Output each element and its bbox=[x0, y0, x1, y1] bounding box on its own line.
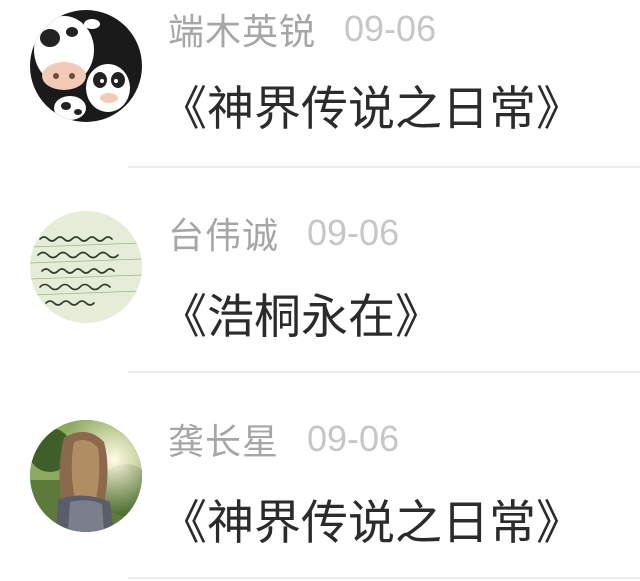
cartoon-cow-avatar-icon bbox=[30, 10, 142, 122]
divider bbox=[128, 577, 640, 579]
comment-meta: 龚长星 09-06 bbox=[168, 414, 399, 464]
list-item[interactable]: 龚长星 09-06 《神界传说之日常》 bbox=[0, 374, 640, 579]
author-name[interactable]: 台伟诚 bbox=[168, 207, 279, 259]
comment-meta: 台伟诚 09-06 bbox=[168, 208, 399, 258]
avatar[interactable] bbox=[30, 10, 142, 122]
comment-date: 09-06 bbox=[307, 212, 400, 253]
comment-title[interactable]: 《神界传说之日常》 bbox=[160, 484, 583, 553]
comment-date: 09-06 bbox=[307, 418, 400, 459]
comment-meta: 端木英锐 09-06 bbox=[168, 4, 436, 54]
avatar[interactable] bbox=[30, 211, 142, 323]
list-item[interactable]: 台伟诚 09-06 《浩桐永在》 bbox=[0, 168, 640, 373]
girl-photo-avatar-icon bbox=[30, 420, 142, 532]
comment-title[interactable]: 《神界传说之日常》 bbox=[160, 70, 583, 139]
divider bbox=[128, 371, 640, 373]
author-name[interactable]: 龚长星 bbox=[168, 413, 279, 465]
comment-date: 09-06 bbox=[344, 8, 437, 49]
handwriting-paper-avatar-icon bbox=[30, 211, 142, 323]
comment-feed: 端木英锐 09-06 《神界传说之日常》 台伟诚 09-06 《浩桐永在》 龚长… bbox=[0, 0, 640, 581]
avatar[interactable] bbox=[30, 420, 142, 532]
author-name[interactable]: 端木英锐 bbox=[168, 3, 316, 55]
comment-title[interactable]: 《浩桐永在》 bbox=[160, 278, 442, 347]
